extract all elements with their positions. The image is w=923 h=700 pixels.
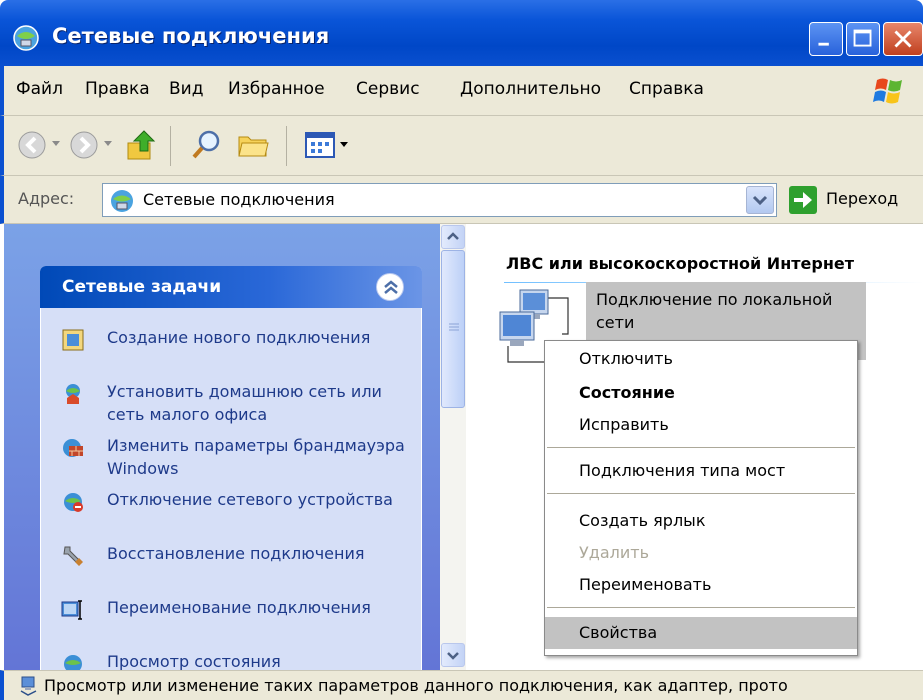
menu-item-repair[interactable]: Исправить <box>545 409 857 441</box>
address-dropdown-button[interactable] <box>746 186 774 214</box>
task-disable-device[interactable]: Отключение сетевого устройства <box>61 488 411 536</box>
maximize-button[interactable] <box>846 22 880 56</box>
chevron-down-icon <box>447 652 459 660</box>
menu-item-label: Свойства <box>579 623 658 642</box>
task-label: Изменить параметры брандмауэра Windows <box>107 436 405 478</box>
task-label: Установить домашнюю сеть или сеть малого… <box>107 382 382 424</box>
minimize-button[interactable] <box>809 22 843 56</box>
task-pane: Сетевые задачи Создание нового подключен… <box>4 224 440 670</box>
collapse-button[interactable] <box>376 273 404 301</box>
windows-logo-icon <box>873 78 902 104</box>
scroll-down-button[interactable] <box>441 643 465 667</box>
address-bar: Адрес: Сетевые подключения Переход <box>0 176 923 224</box>
task-label: Создание нового подключения <box>107 328 371 347</box>
go-button[interactable] <box>789 186 817 214</box>
menu-favorites[interactable]: Избранное <box>228 79 325 99</box>
toolbar <box>0 116 923 176</box>
menu-item-label: Создать ярлык <box>579 511 706 530</box>
address-value: Сетевые подключения <box>143 190 335 209</box>
task-new-connection[interactable]: Создание нового подключения <box>61 326 411 374</box>
menu-item-label: Отключить <box>579 349 673 368</box>
network-connections-icon <box>111 190 133 212</box>
scroll-up-button[interactable] <box>441 225 465 249</box>
task-rename[interactable]: Переименование подключения <box>61 596 411 644</box>
address-label: Адрес: <box>18 189 75 208</box>
maximize-icon <box>853 29 872 47</box>
address-input[interactable]: Сетевые подключения <box>102 183 777 217</box>
menu-item-delete: Удалить <box>545 537 857 569</box>
folder-up-icon[interactable] <box>124 127 158 163</box>
disable-device-icon <box>64 493 83 512</box>
close-icon <box>894 30 912 48</box>
back-dropdown-icon[interactable] <box>51 140 61 148</box>
task-label: Переименование подключения <box>107 598 371 617</box>
firewall-icon <box>63 439 83 457</box>
context-menu: Отключить Состояние Исправить Подключени… <box>544 340 858 656</box>
menu-separator <box>547 447 855 448</box>
views-icon[interactable] <box>304 130 336 160</box>
menu-help[interactable]: Справка <box>629 79 704 99</box>
window-title: Сетевые подключения <box>52 24 330 48</box>
task-firewall[interactable]: Изменить параметры брандмауэра Windows <box>61 434 411 482</box>
chevron-up-icon <box>447 232 459 240</box>
status-text: Просмотр или изменение таких параметров … <box>44 676 788 695</box>
back-icon[interactable] <box>16 129 48 161</box>
task-label: Просмотр состояния <box>107 652 281 670</box>
menu-advanced[interactable]: Дополнительно <box>460 79 601 99</box>
menu-file[interactable]: Файл <box>16 79 63 99</box>
views-dropdown-icon[interactable] <box>339 141 349 149</box>
scroll-thumb[interactable] <box>441 250 465 408</box>
grip-icon <box>449 323 459 331</box>
repair-icon <box>63 546 83 566</box>
menu-tools[interactable]: Сервис <box>356 79 420 99</box>
task-home-network[interactable]: Установить домашнюю сеть или сеть малого… <box>61 380 411 428</box>
close-button[interactable] <box>883 22 923 56</box>
network-status-icon <box>20 676 37 696</box>
task-view-status[interactable]: Просмотр состояния <box>61 650 411 670</box>
title-bar[interactable]: Сетевые подключения <box>0 0 923 66</box>
menu-item-status[interactable]: Состояние <box>545 377 857 409</box>
task-label: Отключение сетевого устройства <box>107 490 393 509</box>
rename-icon <box>61 600 82 620</box>
task-pane-scrollbar[interactable] <box>440 224 466 670</box>
menu-item-label: Исправить <box>579 415 669 434</box>
menu-separator <box>547 607 855 608</box>
network-connections-icon <box>13 25 39 51</box>
go-arrow-icon <box>794 192 812 208</box>
minimize-icon <box>818 42 829 46</box>
search-icon[interactable] <box>190 128 222 162</box>
menu-item-label: Состояние <box>579 383 675 402</box>
go-label[interactable]: Переход <box>826 189 898 208</box>
status-bar: Просмотр или изменение таких параметров … <box>0 670 923 700</box>
toolbar-separator <box>170 126 171 166</box>
group-title: ЛВС или высокоскоростной Интернет <box>506 254 854 273</box>
network-tasks-header[interactable]: Сетевые задачи <box>40 266 422 308</box>
forward-dropdown-icon[interactable] <box>103 140 113 148</box>
menu-item-label: Удалить <box>579 543 649 562</box>
home-network-icon <box>66 384 80 404</box>
menu-item-bridge[interactable]: Подключения типа мост <box>545 455 857 487</box>
menu-item-disconnect[interactable]: Отключить <box>545 343 857 375</box>
connection-label[interactable]: Подключение по локальной сети <box>596 288 866 334</box>
menu-edit[interactable]: Правка <box>85 79 150 99</box>
task-list: Создание нового подключения Установить д… <box>40 308 422 670</box>
chevron-down-icon <box>752 195 768 206</box>
menu-item-label: Переименовать <box>579 575 712 594</box>
menu-bar: Файл Правка Вид Избранное Сервис Дополни… <box>0 66 923 116</box>
forward-icon[interactable] <box>68 129 100 161</box>
chevron-up-double-icon <box>384 280 398 294</box>
folders-icon[interactable] <box>236 129 270 161</box>
menu-separator <box>547 493 855 494</box>
task-label: Восстановление подключения <box>107 544 365 563</box>
toolbar-separator <box>286 126 287 166</box>
menu-item-rename[interactable]: Переименовать <box>545 569 857 601</box>
menu-item-label: Подключения типа мост <box>579 461 786 480</box>
status-icon <box>64 655 82 670</box>
task-repair[interactable]: Восстановление подключения <box>61 542 411 590</box>
task-header-title: Сетевые задачи <box>62 277 222 297</box>
new-connection-icon <box>62 329 84 351</box>
menu-item-properties[interactable]: Свойства <box>545 617 857 649</box>
menu-item-create-shortcut[interactable]: Создать ярлык <box>545 505 857 537</box>
menu-view[interactable]: Вид <box>169 79 203 99</box>
